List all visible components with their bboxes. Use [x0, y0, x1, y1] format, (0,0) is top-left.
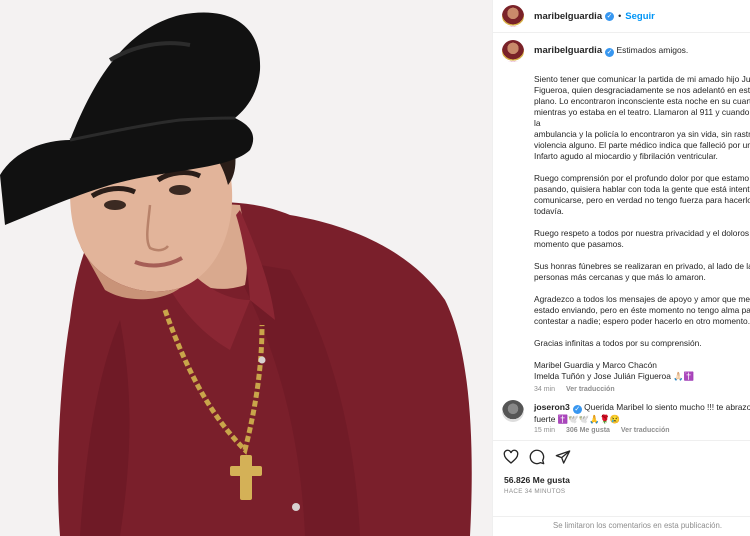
comment-time[interactable]: 15 min [534, 427, 555, 434]
share-icon[interactable] [555, 449, 571, 465]
caption-header: maribelguardia ✓ Estimados amigos. [534, 45, 688, 57]
follow-button[interactable]: Seguir [625, 11, 655, 22]
caption-paragraph: Siento tener que comunicar la partida de… [534, 74, 750, 161]
caption-paragraph: Agradezco a todos los mensajes de apoyo … [534, 294, 750, 326]
comment-likes[interactable]: 306 Me gusta [566, 427, 610, 434]
caption-paragraph: Maribel Guardia y Marco Chacón Imelda Tu… [534, 360, 695, 381]
caption-username[interactable]: maribelguardia [534, 45, 602, 56]
caption-paragraph: Ruego comprensión por el profundo dolor … [534, 173, 750, 216]
action-icons [503, 449, 571, 465]
post-image[interactable] [0, 0, 492, 536]
comments-section[interactable]: maribelguardia ✓ Estimados amigos. Siento… [493, 34, 750, 439]
caption-paragraph: Ruego respeto a todos por nuestra privac… [534, 228, 750, 249]
caption-first-line: Estimados amigos. [616, 45, 689, 55]
post-sidebar: maribelguardia ✓ • Seguir maribelguardia… [492, 0, 750, 536]
caption-paragraph: Sus honras fúnebres se realizaran en pri… [534, 261, 750, 282]
post-header: maribelguardia ✓ • Seguir [493, 0, 750, 33]
comment-text: joseron3 ✓ Querida Maribel lo siento much… [534, 402, 750, 425]
commenter-username[interactable]: joseron3 [534, 402, 570, 412]
comment-meta: 15 min 306 Me gusta Ver traducción [534, 427, 670, 434]
caption-paragraph: Gracias infinitas a todos por su compren… [534, 338, 702, 348]
caption-translate-link[interactable]: Ver traducción [566, 386, 615, 393]
caption-meta: 34 min Ver traducción [534, 384, 750, 395]
verified-badge-icon: ✓ [605, 48, 615, 57]
comments-limited-notice: Se limitaron los comentarios en esta pub… [493, 516, 750, 530]
separator-dot: • [618, 11, 622, 21]
caption-body: Siento tener que comunicar la partida de… [534, 74, 750, 395]
heart-icon[interactable] [503, 449, 519, 465]
commenter-avatar[interactable] [502, 400, 524, 422]
caption-time[interactable]: 34 min [534, 386, 555, 393]
post-actions: 56.826 Me gusta HACE 34 MINUTOS Se limit… [493, 440, 750, 536]
verified-badge-icon: ✓ [605, 11, 615, 21]
verified-badge-icon: ✓ [572, 405, 582, 414]
post-time[interactable]: HACE 34 MINUTOS [504, 488, 565, 495]
post-photo [0, 0, 492, 536]
caption-author-avatar[interactable] [502, 40, 524, 62]
author-avatar[interactable] [502, 5, 524, 27]
author-username[interactable]: maribelguardia [534, 11, 602, 22]
likes-count[interactable]: 56.826 Me gusta [504, 475, 570, 485]
comment-translate-link[interactable]: Ver traducción [621, 427, 670, 434]
comment-icon[interactable] [529, 449, 545, 465]
